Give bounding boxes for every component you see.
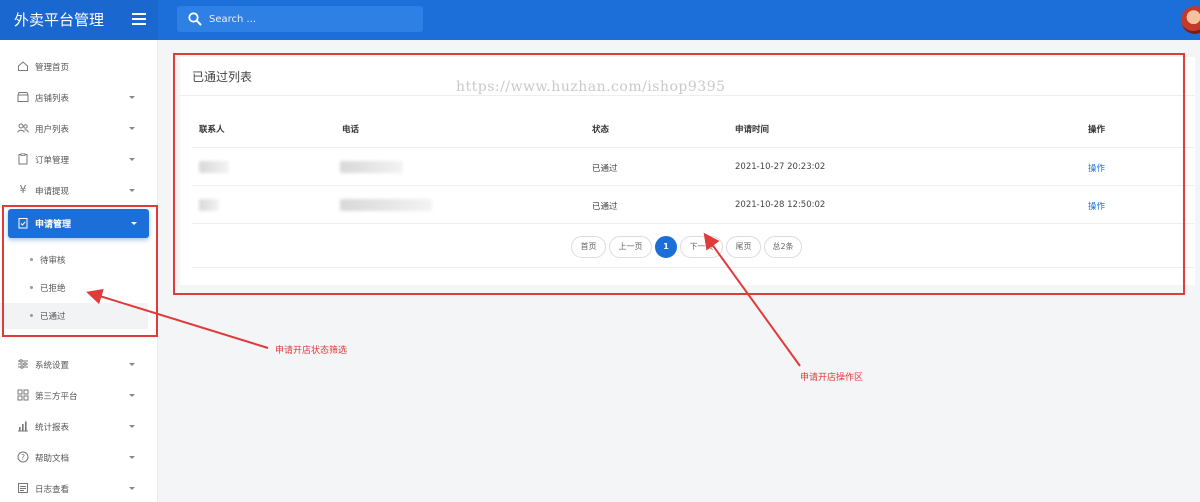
- user-avatar[interactable]: [1181, 6, 1200, 34]
- sidebar-item-label: 店铺列表: [35, 94, 70, 104]
- menu-toggle-icon[interactable]: [132, 13, 146, 25]
- chevron-down-icon: [129, 127, 135, 130]
- clipboard-icon: [18, 153, 28, 165]
- sidebar-item-label: 日志查看: [35, 485, 70, 495]
- chevron-down-icon: [129, 456, 135, 459]
- sidebar-item-label: 订单管理: [35, 156, 70, 166]
- highlight-box-operation-area: [173, 53, 1185, 295]
- bar-chart-icon: [18, 421, 28, 432]
- yen-icon: ¥: [19, 183, 27, 196]
- chevron-down-icon: [129, 394, 135, 397]
- sliders-icon: [18, 359, 28, 369]
- search-input[interactable]: [209, 9, 409, 29]
- grid-icon: [17, 389, 29, 401]
- app-title: 外卖平台管理: [14, 11, 105, 29]
- chevron-down-icon: [129, 425, 135, 428]
- sidebar-item-withdraw[interactable]: ¥ 申请提现: [0, 176, 158, 206]
- sidebar-item-label: 统计报表: [35, 423, 70, 433]
- sidebar-item-label: 第三方平台: [35, 392, 78, 402]
- annotation-status-filter: 申请开店状态筛选: [275, 346, 348, 356]
- sidebar-item-label: 用户列表: [35, 125, 70, 135]
- store-icon: [17, 92, 29, 102]
- search-box[interactable]: [177, 6, 423, 32]
- sidebar-item-label: 系统设置: [35, 361, 70, 371]
- sidebar-item-settings[interactable]: 系统设置: [0, 350, 158, 380]
- chevron-down-icon: [129, 96, 135, 99]
- help-icon: ?: [17, 451, 29, 463]
- sidebar-item-users[interactable]: 用户列表: [0, 114, 158, 144]
- sidebar-item-logs[interactable]: 日志查看: [0, 474, 158, 502]
- home-icon: [18, 61, 28, 71]
- search-icon: [188, 12, 202, 26]
- sidebar-item-stores[interactable]: 店铺列表: [0, 83, 158, 113]
- sidebar-item-home[interactable]: 管理首页: [0, 52, 158, 82]
- sidebar-item-label: 申请提现: [35, 187, 70, 197]
- chevron-down-icon: [129, 189, 135, 192]
- chevron-down-icon: [129, 487, 135, 490]
- sidebar-item-label: 管理首页: [35, 63, 70, 73]
- highlight-box-status-filter: [2, 205, 158, 337]
- sidebar-item-third-party[interactable]: 第三方平台: [0, 381, 158, 411]
- sidebar-item-reports[interactable]: 统计报表: [0, 412, 158, 442]
- log-icon: [18, 483, 28, 493]
- chevron-down-icon: [129, 363, 135, 366]
- chevron-down-icon: [129, 158, 135, 161]
- sidebar-item-label: 帮助文档: [35, 454, 70, 464]
- brand-area: 外卖平台管理: [0, 0, 158, 40]
- sidebar-item-help[interactable]: ? 帮助文档: [0, 443, 158, 473]
- annotation-operation-area: 申请开店操作区: [800, 373, 864, 383]
- users-icon: [17, 123, 29, 133]
- svg-text:?: ?: [21, 453, 25, 462]
- top-bar: 外卖平台管理: [0, 0, 1200, 40]
- sidebar-item-orders[interactable]: 订单管理: [0, 145, 158, 175]
